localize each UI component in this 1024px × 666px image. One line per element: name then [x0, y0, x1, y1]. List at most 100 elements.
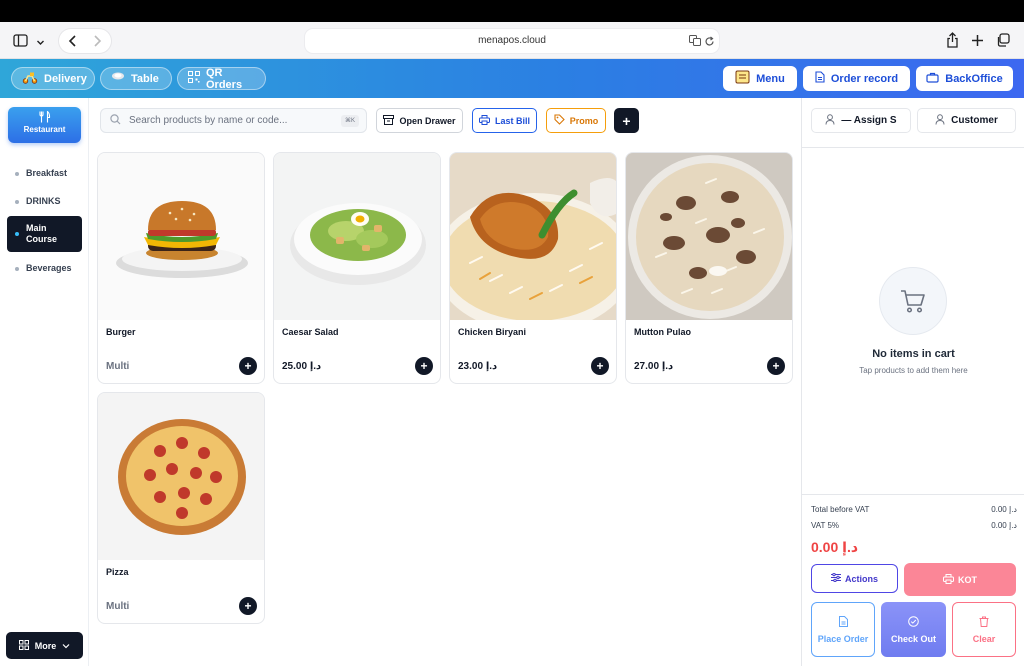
assign-staff-button[interactable]: — Assign S	[811, 108, 911, 133]
clear-label: Clear	[972, 633, 996, 644]
actions-button[interactable]: Actions	[811, 564, 898, 593]
caesar-salad-image	[274, 153, 440, 320]
trash-icon	[979, 616, 989, 629]
product-card-burger[interactable]: Burger Multi +	[97, 152, 265, 384]
grand-total: 0.00 د.إ	[811, 539, 859, 555]
tag-icon	[554, 114, 565, 127]
share-icon[interactable]	[946, 32, 959, 50]
order-record-label: Order record	[830, 72, 899, 85]
order-record-button[interactable]: Order record	[803, 66, 910, 91]
category-sidebar: Restaurant Breakfast DRINKS Main Course …	[0, 98, 89, 666]
product-card-caesar-salad[interactable]: Caesar Salad 25.00 د.إ +	[273, 152, 441, 384]
mode-delivery-button[interactable]: Delivery	[11, 67, 95, 90]
address-bar[interactable]: menapos.cloud	[305, 29, 719, 53]
restaurant-button[interactable]: Restaurant	[8, 107, 81, 143]
pizza-image	[98, 393, 264, 560]
product-name: Caesar Salad	[282, 327, 339, 337]
checkout-button[interactable]: Check Out	[881, 602, 946, 657]
pos-app: Restaurant Breakfast DRINKS Main Course …	[0, 98, 1024, 666]
more-label: More	[34, 640, 57, 651]
restaurant-label: Restaurant	[23, 125, 66, 134]
chevron-down-icon[interactable]	[36, 35, 45, 49]
last-bill-button[interactable]: Last Bill	[472, 108, 537, 133]
category-drinks[interactable]: DRINKS	[7, 196, 82, 207]
burger-image	[98, 153, 264, 320]
add-to-cart-button[interactable]: +	[239, 357, 257, 375]
category-beverages[interactable]: Beverages	[7, 263, 82, 274]
add-to-cart-button[interactable]: +	[239, 597, 257, 615]
product-price: 27.00 د.إ	[634, 361, 674, 372]
category-main-course[interactable]: Main Course	[7, 216, 82, 252]
clear-cart-button[interactable]: Clear	[952, 602, 1016, 657]
add-to-cart-button[interactable]: +	[591, 357, 609, 375]
kot-label: KOT	[958, 574, 977, 585]
menu-label: Menu	[756, 72, 785, 85]
drawer-icon	[383, 114, 395, 127]
open-drawer-button[interactable]: Open Drawer	[376, 108, 463, 133]
empty-cart-subtitle: Tap products to add them here	[859, 366, 968, 375]
product-name: Pizza	[106, 567, 129, 577]
category-breakfast[interactable]: Breakfast	[7, 168, 82, 179]
forward-icon[interactable]	[92, 34, 102, 50]
product-search-input[interactable]: Search products by name or code... ⌘K	[100, 108, 367, 133]
add-to-cart-button[interactable]: +	[767, 357, 785, 375]
plus-label: +	[622, 112, 631, 129]
product-price: Multi	[106, 361, 130, 372]
kot-button[interactable]: KOT	[904, 563, 1016, 596]
backoffice-button[interactable]: BackOffice	[916, 66, 1013, 91]
bullet-icon	[15, 232, 19, 236]
actions-label: Actions	[844, 573, 878, 584]
printer-icon	[943, 573, 954, 586]
reload-icon[interactable]	[704, 35, 715, 49]
more-button[interactable]: More	[6, 632, 83, 659]
product-name: Mutton Pulao	[634, 327, 691, 337]
divider	[802, 147, 1024, 148]
new-tab-icon[interactable]	[971, 34, 984, 49]
mode-qr-orders-button[interactable]: QR Orders	[177, 66, 266, 91]
vat-label: VAT 5%	[811, 521, 840, 530]
product-price: Multi	[106, 601, 130, 612]
add-to-cart-button[interactable]: +	[415, 357, 433, 375]
back-icon[interactable]	[68, 34, 78, 50]
url-text: menapos.cloud	[478, 35, 546, 46]
product-card-chicken-biryani[interactable]: Chicken Biryani 23.00 د.إ +	[449, 152, 617, 384]
qr-icon	[188, 71, 200, 86]
mode-table-button[interactable]: Table	[100, 67, 172, 90]
menu-button[interactable]: Menu	[723, 66, 797, 91]
product-name: Chicken Biryani	[458, 327, 527, 337]
sidebar-icon[interactable]	[13, 34, 28, 49]
divider	[802, 494, 1024, 495]
product-name: Burger	[106, 327, 136, 337]
document-icon	[838, 615, 848, 629]
category-label: Breakfast	[26, 168, 68, 178]
fork-knife-icon	[8, 110, 81, 125]
tabs-icon[interactable]	[996, 33, 1010, 49]
add-product-button[interactable]: +	[614, 108, 639, 133]
user-icon	[825, 113, 835, 128]
nav-buttons	[59, 29, 111, 53]
customer-button[interactable]: Customer	[917, 108, 1016, 133]
category-label: DRINKS	[26, 196, 61, 206]
category-label: Main Course	[26, 223, 58, 244]
product-card-pizza[interactable]: Pizza Multi +	[97, 392, 265, 624]
product-card-mutton-pulao[interactable]: Mutton Pulao 27.00 د.إ +	[625, 152, 793, 384]
subtotal-label: Total before VAT	[811, 505, 870, 514]
translate-icon[interactable]	[689, 35, 701, 49]
last-bill-label: Last Bill	[494, 115, 530, 126]
check-circle-icon	[908, 615, 919, 629]
chevron-down-icon	[62, 641, 70, 651]
document-icon	[815, 71, 825, 86]
mode-qr-orders-label: QR Orders	[206, 66, 243, 91]
printer-icon	[478, 114, 490, 127]
sliders-icon	[830, 572, 841, 584]
mutton-pulao-image	[626, 153, 792, 320]
app-header: Delivery Table QR Orders Menu Order reco…	[0, 59, 1024, 98]
empty-cart-badge	[880, 268, 946, 334]
vat-value: 0.00 د.إ	[991, 521, 1017, 530]
promo-label: Promo	[569, 115, 599, 126]
browser-toolbar: menapos.cloud	[0, 22, 1024, 59]
bullet-icon	[15, 267, 19, 271]
bullet-icon	[15, 200, 19, 204]
promo-button[interactable]: Promo	[546, 108, 606, 133]
place-order-button[interactable]: Place Order	[811, 602, 875, 657]
